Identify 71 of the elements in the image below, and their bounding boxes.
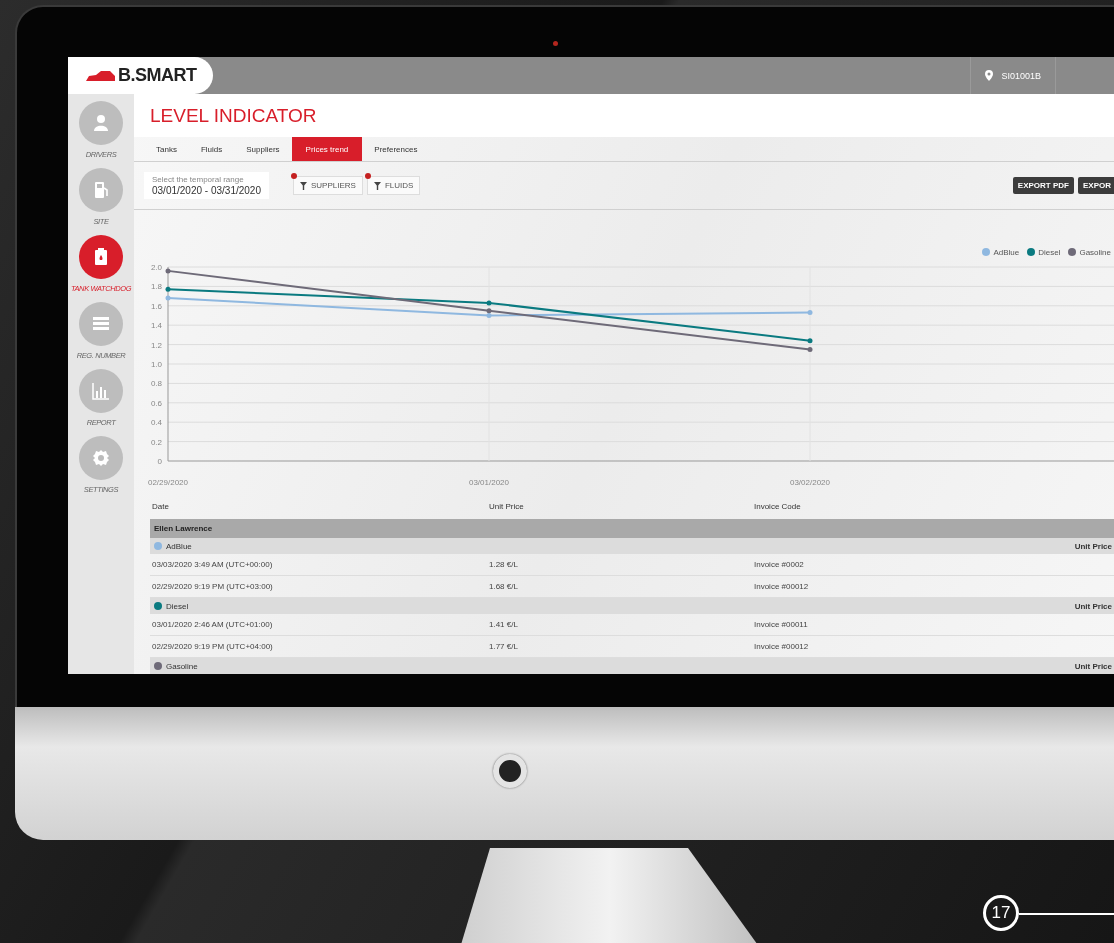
tab[interactable]: Preferences — [362, 137, 430, 161]
table-cell-text: 03/03/2020 3:49 AM (UTC+00:00) — [152, 560, 274, 569]
column-header: Date — [152, 501, 170, 511]
data-point — [165, 295, 171, 301]
data-point — [807, 310, 813, 316]
legend-label: AdBlue — [993, 247, 1020, 257]
data-point — [165, 286, 171, 292]
y-tick-label: 1.8 — [150, 282, 162, 292]
fuel-can-icon — [92, 248, 110, 266]
group-name: Ellen Lawrence — [154, 524, 213, 533]
tab[interactable]: Tanks — [144, 137, 189, 161]
column-label: Unit Price — [1074, 541, 1113, 551]
funnel-icon — [300, 181, 307, 190]
site-code: SI01001B — [1001, 70, 1041, 81]
fluid-name: Gasoline — [166, 661, 198, 671]
table-cell-text: 1.77 €/L — [489, 642, 519, 651]
table-cell-text: 02/29/2020 9:19 PM (UTC+03:00) — [152, 582, 274, 591]
y-tick-label: 0.4 — [150, 418, 162, 428]
table-cell-text: 1.28 €/L — [489, 560, 519, 569]
table-cell-text: Invoice #00012 — [754, 642, 810, 651]
webcam-dot — [553, 41, 558, 46]
column-label: Unit Price — [1074, 661, 1113, 671]
y-tick-label: 1.4 — [150, 321, 162, 331]
tab[interactable]: Fluids — [188, 137, 235, 161]
data-point — [165, 268, 171, 274]
legend-label: Diesel — [1038, 247, 1061, 257]
y-tick-label: 1.2 — [150, 340, 162, 350]
table-cell-text: 1.68 €/L — [489, 582, 519, 591]
table-cell-text: Invoice #00011 — [754, 620, 809, 629]
page-title: LEVEL INDICATOR — [150, 104, 317, 127]
filter-button[interactable]: FLUIDS — [366, 176, 421, 195]
table-cell-text: Invoice #0002 — [754, 560, 805, 569]
data-point — [807, 338, 813, 344]
y-tick-label: 0.6 — [150, 398, 162, 408]
table-cell-text: 02/29/2020 9:19 PM (UTC+04:00) — [152, 642, 274, 651]
y-tick-label: 2.0 — [150, 263, 162, 272]
legend-label: Gasoline — [1079, 247, 1111, 257]
y-tick-label: 0 — [157, 457, 162, 466]
data-point — [486, 300, 492, 306]
date-range-field[interactable]: Select the temporal range 03/01/2020 - 03/31/2020 — [144, 172, 269, 199]
location-pin-icon — [985, 70, 994, 81]
car-icon — [86, 69, 116, 82]
settings-icon — [92, 449, 110, 467]
column-label: Unit Price — [1074, 601, 1113, 611]
tab[interactable]: Suppliers — [234, 137, 292, 161]
x-tick-label: 03/01/2020 — [469, 478, 509, 487]
x-tick-label: 02/29/2020 — [148, 478, 188, 487]
y-tick-label: 0.2 — [150, 437, 162, 447]
fluid-name: Diesel — [166, 601, 189, 611]
logo-text: B.SMART — [118, 65, 197, 86]
export-button[interactable]: EXPORT PDF — [1012, 177, 1074, 194]
y-tick-label: 0.8 — [150, 379, 162, 389]
table-cell-text: 1.41 €/L — [489, 620, 519, 629]
table-cell-text: Invoice #00012 — [754, 582, 810, 591]
data-point — [807, 346, 813, 352]
funnel-icon — [373, 181, 381, 190]
column-header: Unit Price — [489, 501, 525, 511]
tab[interactable]: Prices trend — [291, 137, 363, 161]
person-icon — [92, 114, 110, 132]
y-tick-label: 1.0 — [150, 360, 162, 369]
list-icon — [92, 315, 110, 333]
bar-chart-icon — [92, 382, 110, 400]
table-cell-text: 03/01/2020 2:46 AM (UTC+01:00) — [152, 620, 274, 629]
fuel-pump-icon — [92, 181, 110, 199]
y-tick-label: 1.6 — [150, 301, 162, 311]
filter-button[interactable]: SUPPLIERS — [293, 176, 363, 195]
fluid-name: AdBlue — [166, 541, 192, 551]
column-header: Invoice Code — [754, 501, 802, 511]
export-button[interactable]: EXPOR — [1078, 177, 1114, 194]
page-number-badge: 17 — [983, 895, 1019, 931]
x-tick-label: 03/02/2020 — [790, 478, 830, 487]
